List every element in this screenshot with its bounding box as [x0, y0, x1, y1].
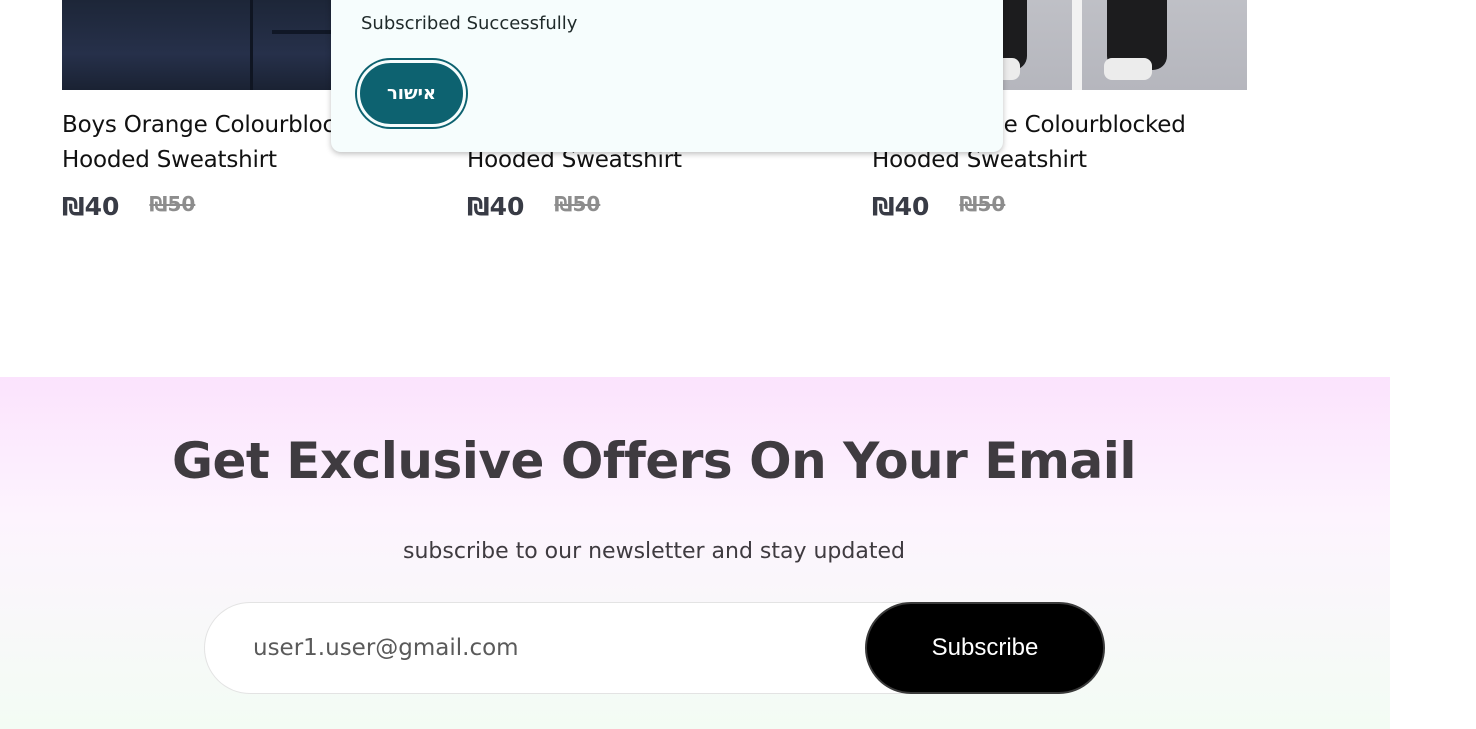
dialog-message: Subscribed Successfully	[361, 13, 578, 34]
confirm-button[interactable]: אישור	[357, 60, 466, 127]
newsletter-title: Get Exclusive Offers On Your Email	[171, 432, 1137, 490]
product-old-price: ₪50	[554, 192, 601, 216]
product-price: ₪40	[62, 191, 120, 221]
email-input[interactable]	[204, 602, 914, 694]
price-row: ₪40 ₪50	[62, 188, 195, 224]
subscribe-success-dialog: Subscribed Successfully אישור	[331, 0, 1003, 152]
product-old-price: ₪50	[149, 192, 196, 216]
newsletter-section: Get Exclusive Offers On Your Email subsc…	[0, 377, 1390, 729]
subscribe-button[interactable]: Subscribe	[865, 602, 1105, 694]
product-price: ₪40	[872, 191, 930, 221]
ladder-rail	[1072, 0, 1082, 90]
subscribe-form: Subscribe	[204, 602, 1105, 694]
jacket-pocket	[272, 30, 332, 34]
price-row: ₪40 ₪50	[872, 188, 1005, 224]
newsletter-subtitle: subscribe to our newsletter and stay upd…	[403, 539, 905, 564]
product-old-price: ₪50	[959, 192, 1006, 216]
price-row: ₪40 ₪50	[467, 188, 600, 224]
product-price: ₪40	[467, 191, 525, 221]
jacket-zip	[250, 0, 253, 90]
model-shoe	[1104, 58, 1152, 80]
